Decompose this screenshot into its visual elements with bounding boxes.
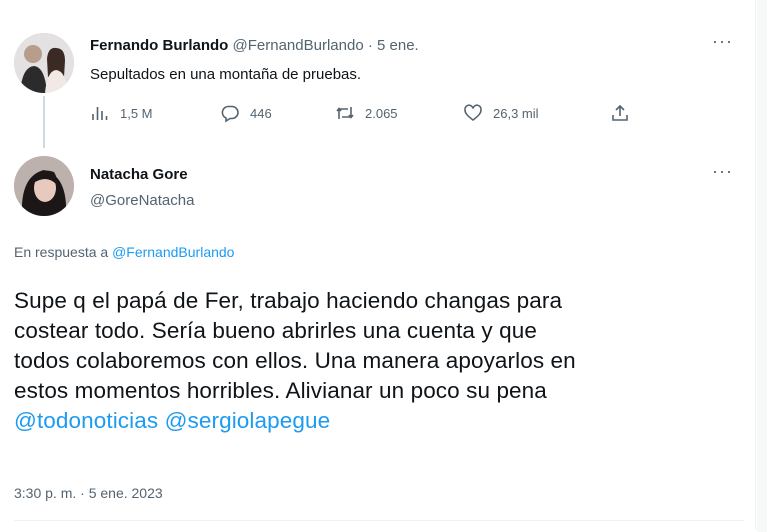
divider: [14, 520, 744, 521]
share-button[interactable]: [610, 103, 630, 123]
reply-prefix: En respuesta a: [14, 244, 109, 260]
text-line: estos momentos horribles. Alivianar un p…: [14, 378, 547, 403]
text-line: todos colaboremos con ellos. Una manera …: [14, 348, 576, 373]
tweet-date[interactable]: 5 ene.: [377, 37, 419, 54]
reply-bubble-icon: [221, 105, 239, 123]
reply-target-link[interactable]: @FernandBurlando: [112, 244, 234, 260]
like-button[interactable]: 26,3 mil: [463, 103, 539, 123]
tweet-timestamp[interactable]: 3:30 p. m. · 5 ene. 2023: [14, 485, 163, 501]
text-line: costear todo. Sería bueno abrirles una c…: [14, 318, 537, 343]
tweet-thread: Fernando Burlando @FernandBurlando · 5 e…: [0, 0, 756, 530]
retweet-icon: [336, 107, 354, 119]
avatar-photo-icon: [14, 33, 74, 93]
more-dots-icon[interactable]: ···: [712, 162, 733, 180]
tweet1-actions: 1,5 M 446 2.065 26,3 mil: [90, 103, 650, 127]
retweet-button[interactable]: 2.065: [335, 103, 398, 123]
reply-count: 446: [250, 105, 272, 121]
reply-context: En respuesta a @FernandBurlando: [14, 244, 234, 260]
like-count: 26,3 mil: [493, 105, 539, 121]
more-dots-icon[interactable]: ···: [712, 32, 733, 50]
thread-connector-line: [43, 96, 45, 148]
heart-icon: [464, 104, 482, 122]
views-count: 1,5 M: [120, 105, 153, 121]
text-line: Supe q el papá de Fer, trabajo haciendo …: [14, 288, 563, 313]
mention-link[interactable]: @sergiolapegue: [165, 408, 331, 433]
share-upload-icon: [612, 104, 628, 121]
avatar-fernando[interactable]: [14, 33, 74, 93]
reply-button[interactable]: 446: [220, 103, 272, 123]
tweet1-header: Fernando Burlando @FernandBurlando · 5 e…: [90, 37, 419, 54]
views-button[interactable]: 1,5 M: [90, 103, 153, 123]
header-separator: ·: [367, 37, 373, 54]
author-name[interactable]: Natacha Gore: [90, 166, 188, 183]
scroll-edge: [757, 0, 767, 532]
author-handle[interactable]: @GoreNatacha: [90, 192, 194, 209]
tweet1-text: Sepultados en una montaña de pruebas.: [90, 66, 362, 83]
avatar-photo-icon: [14, 156, 74, 216]
mention-link[interactable]: @todonoticias: [14, 408, 158, 433]
views-bar-icon: [92, 107, 108, 120]
mentions-line: @todonoticias @sergiolapegue: [14, 406, 744, 436]
author-name[interactable]: Fernando Burlando: [90, 37, 228, 54]
avatar-natacha[interactable]: [14, 156, 74, 216]
retweet-count: 2.065: [365, 105, 398, 121]
author-handle[interactable]: @FernandBurlando: [233, 37, 364, 54]
tweet2-text: Supe q el papá de Fer, trabajo haciendo …: [14, 286, 744, 436]
